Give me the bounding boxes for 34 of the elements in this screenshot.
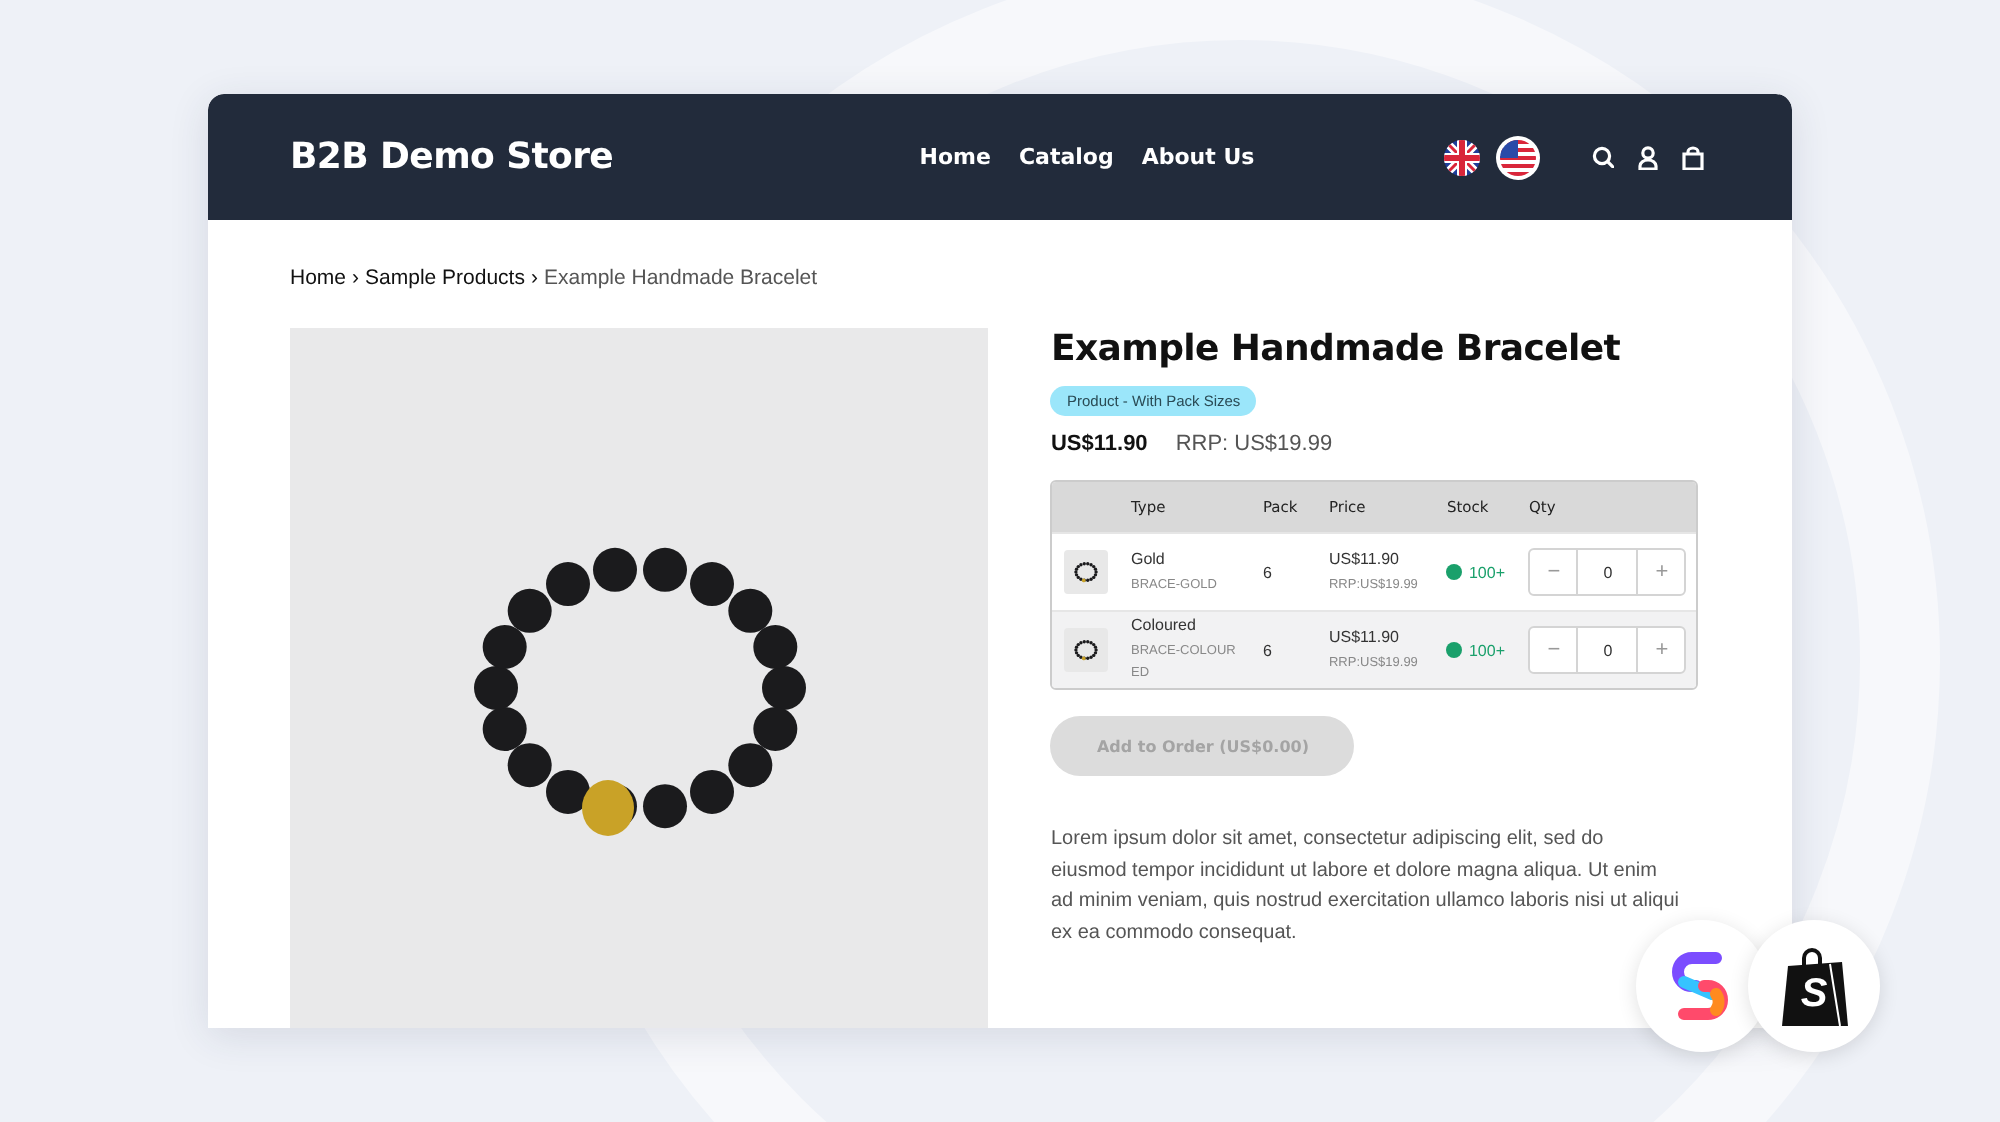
product-title: Example Handmade Bracelet [1050,328,1623,370]
breadcrumb-link[interactable]: Home [290,266,347,290]
quantity-stepper[interactable]: − 0 + [1528,626,1687,674]
quantity-field[interactable]: 0 [1576,628,1639,672]
bag-icon[interactable] [1682,145,1704,169]
variant-price: US$11.90 [1328,549,1401,567]
variant-price: US$11.90 [1328,627,1401,645]
pack-size: 6 [1262,563,1274,581]
user-icon[interactable] [1638,145,1658,169]
quantity-stepper[interactable]: − 0 + [1528,548,1687,596]
breadcrumb-link[interactable]: Sample Products [365,266,525,290]
pack-size: 6 [1262,641,1274,659]
stock-count: 100+ [1468,641,1506,659]
shopping-bag-logo: S [1778,946,1850,1026]
breadcrumb-current: Example Handmade Bracelet [543,266,818,290]
variant-type: Coloured [1130,616,1198,634]
variant-type: Gold [1130,549,1167,567]
product-rrp: RRP: US$19.99 [1175,432,1333,456]
breadcrumb-separator: › [352,266,360,290]
store-logo[interactable]: B2B Demo Store [290,136,810,178]
breadcrumb-separator: › [530,266,538,290]
nav-link[interactable]: About Us [1141,144,1255,170]
bracelet-drawing [1070,636,1103,664]
stock-count: 100+ [1468,563,1506,581]
product-price: US$11.90 [1050,432,1148,456]
link-logo-icon [1672,946,1732,1026]
nav-link[interactable]: Home [919,144,991,170]
product-description: ex ea commodo consequat. [1050,919,1299,947]
nav-link[interactable]: Catalog [1018,144,1114,170]
bracelet-drawing [1070,558,1103,586]
search-icon[interactable] [1592,146,1614,168]
us-flag-icon[interactable] [1496,135,1540,179]
uk-flag-icon[interactable] [1444,139,1480,175]
quantity-field[interactable]: 0 [1576,550,1639,594]
